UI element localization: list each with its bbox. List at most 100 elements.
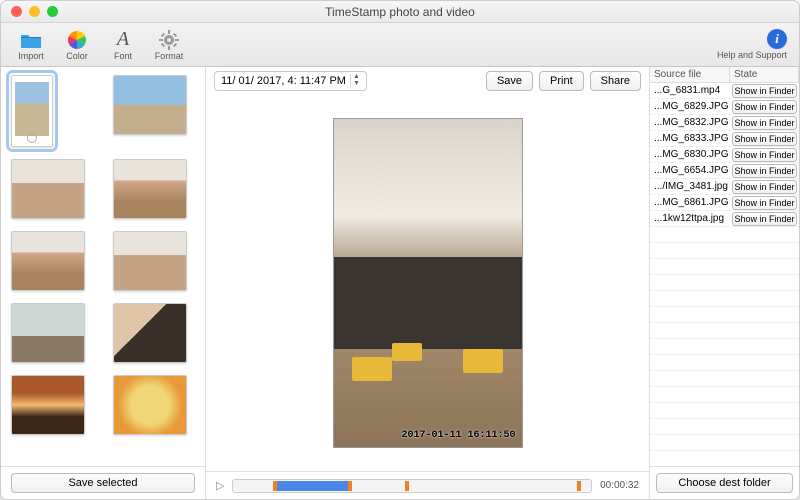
import-button[interactable]: Import: [13, 29, 49, 61]
timestamp-overlay: 2017-01-11 16:11:50: [401, 430, 515, 441]
window-title: TimeStamp photo and video: [1, 5, 799, 19]
table-row: [650, 403, 799, 419]
play-icon[interactable]: ▷: [216, 479, 224, 492]
color-wheel-icon: [66, 29, 88, 51]
thumbnail-item[interactable]: [113, 231, 187, 291]
table-row: [650, 387, 799, 403]
gear-icon: [158, 29, 180, 51]
file-table-header: Source file State: [650, 67, 799, 83]
table-row[interactable]: ...MG_6861.JPGShow in Finder: [650, 195, 799, 211]
table-row: [650, 371, 799, 387]
table-row[interactable]: ...MG_6654.JPGShow in Finder: [650, 163, 799, 179]
file-name-cell: ...MG_6832.JPG: [650, 117, 730, 128]
font-button[interactable]: A Font: [105, 29, 141, 61]
center-panel: 11/ 01/ 2017, 4: 11:47 PM ▲ ▼ Save Print…: [206, 67, 649, 499]
choose-dest-folder-button[interactable]: Choose dest folder: [656, 473, 793, 493]
table-row[interactable]: ...MG_6830.JPGShow in Finder: [650, 147, 799, 163]
col-source-header[interactable]: Source file: [650, 67, 730, 82]
table-row: [650, 307, 799, 323]
font-icon: A: [112, 29, 134, 51]
thumbnail-grid: [1, 67, 205, 466]
thumbnail-item[interactable]: [11, 375, 85, 435]
playback-bar: ▷ 00:00:32: [206, 471, 649, 499]
show-in-finder-button[interactable]: Show in Finder: [732, 116, 797, 130]
table-row: [650, 227, 799, 243]
file-name-cell: ...MG_6861.JPG: [650, 197, 730, 208]
color-button[interactable]: Color: [59, 29, 95, 61]
col-state-header[interactable]: State: [730, 67, 799, 82]
save-button[interactable]: Save: [486, 71, 533, 91]
thumbnail-item[interactable]: [113, 303, 187, 363]
table-row: [650, 339, 799, 355]
show-in-finder-button[interactable]: Show in Finder: [732, 132, 797, 146]
show-in-finder-button[interactable]: Show in Finder: [732, 164, 797, 178]
show-in-finder-button[interactable]: Show in Finder: [732, 100, 797, 114]
table-row[interactable]: .../IMG_3481.jpgShow in Finder: [650, 179, 799, 195]
thumbnail-item[interactable]: [113, 375, 187, 435]
share-button[interactable]: Share: [590, 71, 641, 91]
table-row[interactable]: ...G_6831.mp4Show in Finder: [650, 83, 799, 99]
file-name-cell: ...MG_6654.JPG: [650, 165, 730, 176]
show-in-finder-button[interactable]: Show in Finder: [732, 84, 797, 98]
table-row: [650, 259, 799, 275]
show-in-finder-button[interactable]: Show in Finder: [732, 148, 797, 162]
font-label: Font: [114, 51, 132, 61]
print-button[interactable]: Print: [539, 71, 584, 91]
titlebar: TimeStamp photo and video: [1, 1, 799, 23]
toolbar: Import Color A Font Format i Help and Su…: [1, 23, 799, 67]
format-label: Format: [155, 51, 184, 61]
color-label: Color: [66, 51, 88, 61]
thumbnail-item[interactable]: [113, 159, 187, 219]
thumbnail-item[interactable]: [11, 303, 85, 363]
thumbnail-item[interactable]: [113, 75, 187, 135]
save-selected-button[interactable]: Save selected: [11, 473, 195, 493]
show-in-finder-button[interactable]: Show in Finder: [732, 180, 797, 194]
file-name-cell: ...MG_6833.JPG: [650, 133, 730, 144]
center-top-bar: 11/ 01/ 2017, 4: 11:47 PM ▲ ▼ Save Print…: [206, 67, 649, 95]
file-name-cell: .../IMG_3481.jpg: [650, 181, 730, 192]
minimize-window-button[interactable]: [29, 6, 40, 17]
table-row: [650, 243, 799, 259]
show-in-finder-button[interactable]: Show in Finder: [732, 212, 797, 226]
zoom-window-button[interactable]: [47, 6, 58, 17]
table-row: [650, 355, 799, 371]
file-name-cell: ...MG_6830.JPG: [650, 149, 730, 160]
thumbnail-item[interactable]: [11, 231, 85, 291]
table-row[interactable]: ...1kw12ttpa.jpgShow in Finder: [650, 211, 799, 227]
app-window: TimeStamp photo and video Import Color A…: [0, 0, 800, 500]
folder-icon: [20, 29, 42, 51]
help-button[interactable]: i Help and Support: [717, 29, 787, 60]
import-label: Import: [18, 51, 44, 61]
table-row[interactable]: ...MG_6832.JPGShow in Finder: [650, 115, 799, 131]
table-row[interactable]: ...MG_6829.JPGShow in Finder: [650, 99, 799, 115]
datetime-value: 11/ 01/ 2017, 4: 11:47 PM: [221, 75, 346, 87]
stepper-down-icon[interactable]: ▼: [350, 81, 362, 88]
file-name-cell: ...MG_6829.JPG: [650, 101, 730, 112]
datetime-field[interactable]: 11/ 01/ 2017, 4: 11:47 PM ▲ ▼: [214, 71, 367, 91]
left-panel: Save selected: [1, 67, 206, 499]
file-name-cell: ...1kw12ttpa.jpg: [650, 213, 730, 224]
timecode-label: 00:00:32: [600, 480, 639, 491]
preview-area: 2017-01-11 16:11:50: [206, 95, 649, 471]
table-row: [650, 323, 799, 339]
info-icon: i: [767, 29, 787, 49]
right-panel: Source file State ...G_6831.mp4Show in F…: [649, 67, 799, 499]
file-table-body: ...G_6831.mp4Show in Finder...MG_6829.JP…: [650, 83, 799, 466]
help-label: Help and Support: [717, 50, 787, 60]
table-row: [650, 435, 799, 451]
close-window-button[interactable]: [11, 6, 22, 17]
content-area: Save selected 11/ 01/ 2017, 4: 11:47 PM …: [1, 67, 799, 499]
preview-image: 2017-01-11 16:11:50: [333, 118, 523, 448]
traffic-lights: [11, 6, 58, 17]
timeline-track[interactable]: [232, 479, 592, 493]
table-row[interactable]: ...MG_6833.JPGShow in Finder: [650, 131, 799, 147]
thumbnail-item[interactable]: [11, 159, 85, 219]
table-row: [650, 275, 799, 291]
file-name-cell: ...G_6831.mp4: [650, 85, 730, 96]
table-row: [650, 419, 799, 435]
table-row: [650, 291, 799, 307]
datetime-stepper[interactable]: ▲ ▼: [350, 74, 362, 88]
show-in-finder-button[interactable]: Show in Finder: [732, 196, 797, 210]
format-button[interactable]: Format: [151, 29, 187, 61]
thumbnail-item[interactable]: [11, 75, 53, 147]
